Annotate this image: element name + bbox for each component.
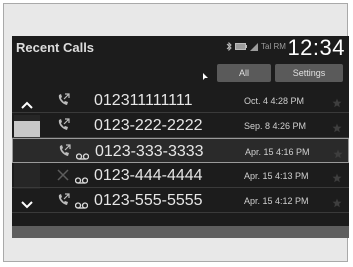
cursor-icon <box>203 68 209 86</box>
call-row[interactable]: 012311111111 Oct. 4 4:28 PM <box>12 88 349 113</box>
favorite-star-icon[interactable] <box>332 170 342 188</box>
favorite-star-icon[interactable] <box>333 146 343 164</box>
call-row[interactable]: 0123-333-3333 Apr. 15 4:16 PM <box>12 138 349 163</box>
missed-call-icon <box>56 168 70 187</box>
phone-screen: Recent Calls Tal RM 12:34 All Settings 0… <box>12 36 349 238</box>
voicemail-icon <box>74 171 89 189</box>
device-frame: Recent Calls Tal RM 12:34 All Settings 0… <box>3 3 349 262</box>
call-row[interactable]: 0123-444-4444 Apr. 15 4:13 PM <box>12 163 349 188</box>
tab-all[interactable]: All <box>217 64 271 82</box>
bluetooth-icon <box>226 42 232 51</box>
battery-icon <box>235 43 247 50</box>
call-number: 0123-555-5555 <box>94 192 203 209</box>
phone-incoming-icon <box>56 93 70 112</box>
call-number: 0123-333-3333 <box>95 143 204 160</box>
signal-icon <box>250 42 258 51</box>
call-number: 012311111111 <box>94 92 193 109</box>
call-date: Apr. 15 4:16 PM <box>245 147 310 157</box>
favorite-star-icon[interactable] <box>332 95 342 113</box>
favorite-star-icon[interactable] <box>332 120 342 138</box>
page-title: Recent Calls <box>16 40 95 55</box>
voicemail-icon <box>74 196 89 214</box>
bottom-bar <box>12 226 349 238</box>
call-row[interactable]: 0123-555-5555 Apr. 15 4:12 PM <box>12 188 349 213</box>
favorite-star-icon[interactable] <box>332 195 342 213</box>
call-number: 0123-444-4444 <box>94 167 203 184</box>
clock: 12:34 <box>287 36 345 60</box>
call-number: 0123-222-2222 <box>94 117 203 134</box>
call-date: Sep. 8 4:26 PM <box>244 121 307 131</box>
status-bar: Tal RM <box>226 42 286 51</box>
call-row[interactable]: 0123-222-2222 Sep. 8 4:26 PM <box>12 113 349 138</box>
phone-incoming-icon <box>57 144 71 163</box>
call-date: Apr. 15 4:12 PM <box>244 196 309 206</box>
status-text: Tal RM <box>261 42 286 51</box>
tab-settings[interactable]: Settings <box>275 64 343 82</box>
call-date: Oct. 4 4:28 PM <box>244 96 305 106</box>
phone-incoming-icon <box>56 193 70 212</box>
recent-calls-list: 012311111111 Oct. 4 4:28 PM 0123-222-2222 S… <box>12 88 349 213</box>
call-date: Apr. 15 4:13 PM <box>244 171 309 181</box>
phone-incoming-icon <box>56 118 70 137</box>
